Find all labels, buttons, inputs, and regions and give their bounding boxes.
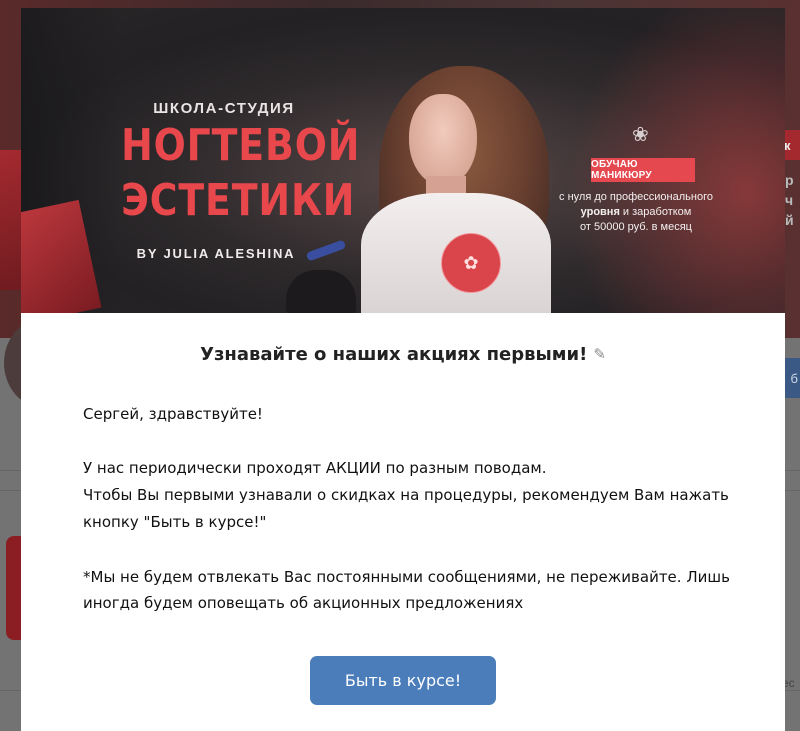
offer-text: с нуля до профессионального уровня и зар… xyxy=(551,190,721,235)
pencil-icon[interactable]: ✎ xyxy=(593,345,606,363)
body-line-1: У нас периодически проходят АКЦИИ по раз… xyxy=(83,459,547,477)
note-line-2: иногда будем оповещать об акционных пред… xyxy=(83,594,524,612)
flower-logo-icon: ❀ xyxy=(632,124,649,146)
offer-line-1: с нуля до профессионального xyxy=(559,191,713,203)
greeting-text: Сергей, здравствуйте! xyxy=(83,405,263,423)
portrait-glove xyxy=(286,270,356,313)
banner-school-label: ШКОЛА-СТУДИЯ xyxy=(153,100,295,117)
offer-line-2-bold: уровня xyxy=(580,206,620,218)
portrait-face xyxy=(409,94,477,186)
offer-line-2: уровня и заработком xyxy=(551,205,721,220)
subscribe-button[interactable]: Быть в курсе! xyxy=(310,656,496,705)
banner-brand-line-2: ЭСТЕТИКИ xyxy=(121,175,356,226)
note-line-1: *Мы не будем отвлекать Вас постоянными с… xyxy=(83,568,730,586)
body-line-2: Чтобы Вы первыми узнавали о скидках на п… xyxy=(83,486,729,504)
dialog-title: Узнавайте о наших акциях первыми! xyxy=(200,344,588,365)
background-text: рчй xyxy=(785,172,794,228)
body-line-3: кнопку "Быть в курсе!" xyxy=(83,513,267,531)
offer-line-2-rest: и заработком xyxy=(619,206,692,218)
cover-banner: ШКОЛА-СТУДИЯ НОГТЕВОЙ ЭСТЕТИКИ BY JULIA … xyxy=(21,8,785,313)
subscribe-dialog: ШКОЛА-СТУДИЯ НОГТЕВОЙ ЭСТЕТИКИ BY JULIA … xyxy=(21,8,785,731)
banner-brand-line-1: НОГТЕВОЙ xyxy=(121,120,361,171)
offer-line-3: от 50000 руб. в месяц xyxy=(580,221,692,233)
manicure-tool xyxy=(305,239,347,262)
dialog-title-row: Узнавайте о наших акциях первыми! ✎ xyxy=(21,344,785,365)
banner-author-label: BY JULIA ALESHINA xyxy=(136,246,296,261)
round-stamp-icon: ✿ xyxy=(441,233,501,293)
offer-badge: ОБУЧАЮ МАНИКЮРУ xyxy=(591,158,695,182)
